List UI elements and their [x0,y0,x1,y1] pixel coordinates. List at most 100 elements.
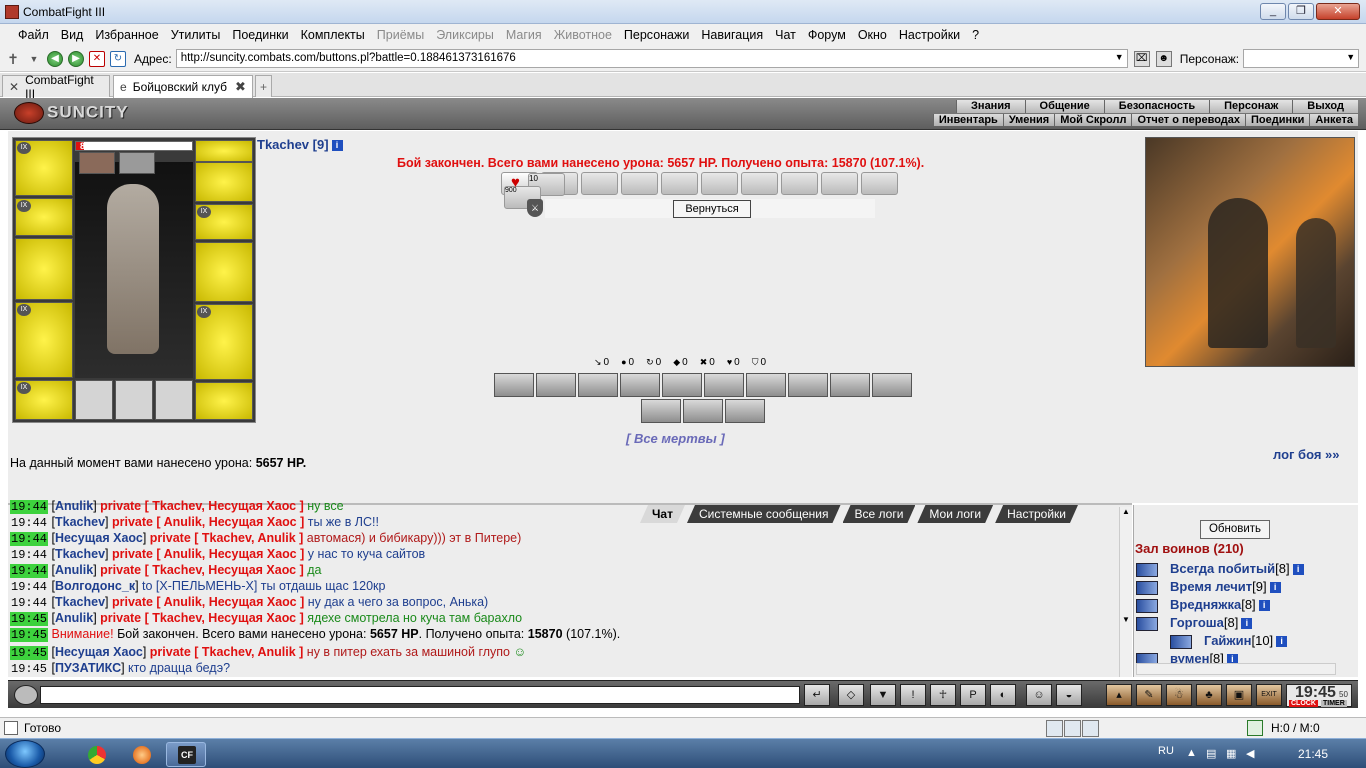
menu-item[interactable]: ? [966,28,985,42]
alert-button[interactable]: ! [900,684,926,706]
warrior-name[interactable]: Гайжин [1204,633,1251,648]
message-private[interactable]: private [ Tkachev, Несущая Хаос ] [100,563,304,577]
warrior-entry[interactable]: Гайжин[10] i [1170,633,1288,651]
game-nav-item[interactable]: Персонаж [1209,100,1293,113]
message-nick[interactable]: Tkachev [55,595,105,609]
refresh-button[interactable]: Обновить [1200,520,1270,539]
menu-item[interactable]: Комплекты [295,28,371,42]
language-indicator[interactable]: RU [1158,745,1174,757]
menu-item[interactable]: Навигация [695,28,769,42]
menu-item[interactable]: Животное [548,28,618,42]
helmet-slot[interactable]: IX [15,140,73,196]
empty-slot[interactable] [75,380,113,420]
lock-button[interactable]: ▣ [1226,684,1252,706]
message-nick[interactable]: Несущая Хаос [55,645,143,659]
action-button[interactable] [683,399,723,423]
action-button[interactable] [725,399,765,423]
sync-icon[interactable] [1046,720,1063,737]
message-private[interactable]: private [ Tkachev, Несущая Хаос ] [100,611,304,625]
info-icon[interactable]: i [1258,600,1270,612]
menu-item[interactable]: Избранное [89,28,164,42]
scroll-slot[interactable] [701,172,738,195]
warrior-action-icon[interactable] [1136,562,1158,577]
menu-item[interactable]: Окно [852,28,893,42]
action-button[interactable] [578,373,618,397]
warrior-entry[interactable]: Всегда побитый[8] i [1136,561,1304,579]
message-private[interactable]: private [ Tkachev, Anulik ] [150,645,304,659]
scroll-slot[interactable] [861,172,898,195]
info-icon[interactable]: i [1276,636,1288,648]
belt-slot[interactable]: IX [15,380,73,420]
pin-icon[interactable]: ✝ [5,51,21,67]
stop-button[interactable]: ✕ [89,50,105,67]
menu-item[interactable]: Поединки [226,28,294,42]
address-input[interactable]: http://suncity.combats.com/buttons.pl?ba… [175,49,1128,68]
fight-button[interactable]: ☥ [930,684,956,706]
menu-item[interactable]: Вид [55,28,90,42]
message-nick[interactable]: Anulik [55,499,93,513]
volume-icon[interactable]: ◀ [1246,747,1258,760]
scroll-slot[interactable] [581,172,618,195]
game-nav-item[interactable]: Общение [1024,100,1104,113]
action-button[interactable] [536,373,576,397]
send-button[interactable]: ↵ [804,684,830,706]
chat-input[interactable] [40,686,800,704]
menu-item[interactable]: Персонажи [618,28,695,42]
amulet-slot[interactable] [195,140,253,162]
helmet-button[interactable]: ◒ [1056,684,1082,706]
chat-tab[interactable]: Все логи [843,505,916,523]
warrior-name[interactable]: Горгоша [1170,615,1224,630]
warrior-entry[interactable]: Горгоша[8] i [1136,615,1253,633]
message-nick[interactable]: Несущая Хаос [55,531,143,545]
device-icon[interactable]: ▤ [1206,747,1218,760]
message-nick[interactable]: Волгодонс_к [55,579,135,593]
weapon-left-slot[interactable] [15,238,73,300]
message-private[interactable]: private [ Anulik, Несущая Хаос ] [112,515,304,529]
forward-button[interactable]: ▶ [68,50,84,67]
game-nav-item[interactable]: Знания [956,100,1025,113]
people-icon[interactable]: ☻ [1155,50,1172,67]
menu-item[interactable]: Файл [12,28,55,42]
action-button[interactable] [662,373,702,397]
info-icon[interactable]: i [1292,564,1304,576]
all-dead-link[interactable]: [ Все мертвы ] [626,431,725,446]
close-tab-icon[interactable]: ✕ [9,80,19,94]
action-button[interactable] [746,373,786,397]
combatfight-taskbar-button[interactable]: CF [166,742,206,767]
game-subnav-item[interactable]: Умения [1002,114,1055,126]
chat-tab[interactable]: Чат [640,505,685,523]
chat-tab[interactable]: Системные сообщения [687,505,841,523]
message-nick[interactable]: Anulik [55,563,93,577]
timer-label[interactable]: TIMER [1321,700,1347,707]
menu-item[interactable]: Настройки [893,28,966,42]
chat-tab[interactable]: Мои логи [917,505,993,523]
gloves-slot[interactable]: IX [195,204,253,240]
game-nav-item[interactable]: Выход [1292,100,1358,113]
maximize-button[interactable]: ❐ [1288,3,1314,20]
warrior-name[interactable]: Вредняжка [1170,597,1241,612]
close-button[interactable]: ✕ [1316,3,1360,20]
heal-scroll-slot[interactable]: 10 900 [501,172,565,209]
tray-expand-icon[interactable]: ▲ [1186,747,1198,759]
action-button[interactable] [620,373,660,397]
clear-icon[interactable]: ⌧ [1133,50,1150,67]
info-icon[interactable]: i [1241,618,1253,630]
menu-item[interactable]: Чат [769,28,802,42]
info-icon[interactable]: i [1269,582,1281,594]
action-button[interactable] [830,373,870,397]
potion-button[interactable]: ♣ [1196,684,1222,706]
armor-slot[interactable]: IX [15,302,73,378]
warrior-entry[interactable]: Вредняжка[8] i [1136,597,1270,615]
person-select[interactable]: ▼ [1243,49,1360,68]
menu-item[interactable]: Утилиты [165,28,227,42]
talk-icon[interactable] [14,685,38,705]
chat-scrollbar[interactable]: ▲ ▼ [1119,507,1132,677]
chrome-taskbar-button[interactable] [76,742,116,767]
new-tab-button[interactable]: + [255,75,273,97]
message-nick[interactable]: ПУЗАТИКС [55,661,121,675]
back-button[interactable]: ◀ [47,50,63,67]
rings-slot[interactable] [195,162,253,202]
message-private[interactable]: private [ Anulik, Несущая Хаос ] [112,547,304,561]
filter-button[interactable]: ▼ [870,684,896,706]
empty-slot[interactable] [115,380,153,420]
